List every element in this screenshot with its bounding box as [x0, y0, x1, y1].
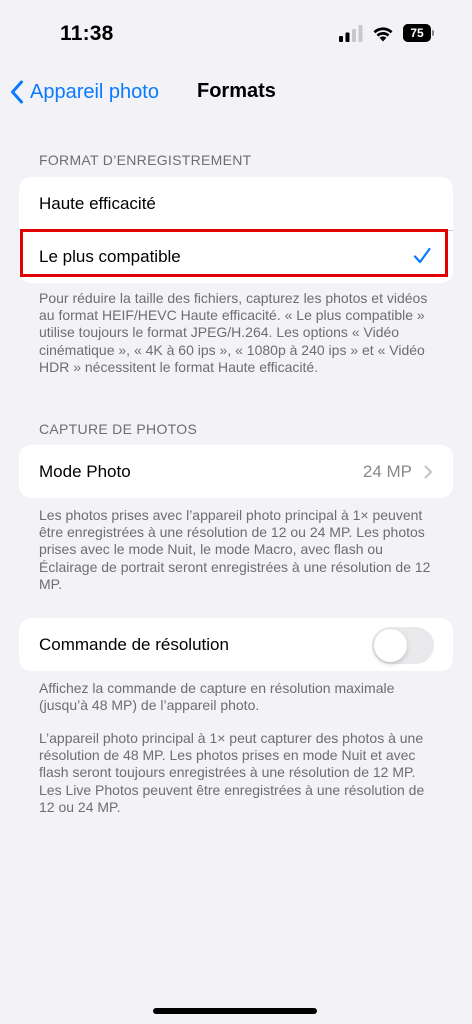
format-option-label: Haute efficacité	[39, 193, 156, 213]
battery-icon: 75	[403, 24, 434, 42]
toggle-knob	[374, 629, 407, 662]
format-option-haute-efficacite[interactable]: Haute efficacité	[19, 177, 453, 230]
wifi-icon	[373, 27, 393, 42]
format-option-label: Le plus compatible	[39, 246, 181, 266]
resolution-control-row: Commande de résolution	[19, 618, 453, 671]
status-time: 11:38	[60, 22, 114, 45]
status-bar: 11:38 75	[0, 0, 472, 70]
chevron-right-icon	[424, 465, 432, 478]
back-button[interactable]: Appareil photo	[10, 76, 159, 108]
format-option-le-plus-compatible[interactable]: Le plus compatible	[19, 230, 453, 283]
resolution-control-label: Commande de résolution	[39, 634, 229, 654]
battery-level: 75	[410, 26, 424, 40]
checkmark-icon	[413, 247, 431, 264]
row-separator	[39, 230, 453, 231]
resolution-footer-text: Affichez la commande de capture en résol…	[39, 680, 395, 714]
page-title: Formats	[197, 80, 276, 102]
format-options-group: Haute efficacité Le plus compatible	[19, 177, 453, 283]
chevron-left-icon	[11, 80, 23, 104]
resolution-detail-text: L’appareil photo principal à 1× peut cap…	[39, 730, 425, 815]
back-label: Appareil photo	[30, 80, 159, 103]
format-footer-text: Pour réduire la taille des fichiers, cap…	[39, 290, 428, 375]
capture-footer-text: Les photos prises avec l’appareil photo …	[39, 507, 431, 592]
mode-photo-value: 24 MP	[362, 461, 412, 481]
resolution-toggle[interactable]	[372, 627, 434, 664]
mode-photo-row[interactable]: Mode Photo 24 MP	[19, 445, 453, 498]
mode-photo-label: Mode Photo	[39, 461, 131, 481]
status-icons: 75	[339, 24, 434, 42]
signal-icon	[339, 25, 363, 42]
nav-bar: Appareil photo Formats	[0, 70, 472, 114]
home-indicator	[153, 1008, 317, 1014]
capture-section-header: CAPTURE DE PHOTOS	[39, 421, 198, 437]
format-section-header: FORMAT D’ENREGISTREMENT	[39, 152, 252, 168]
resolution-group: Commande de résolution	[19, 618, 453, 671]
capture-group: Mode Photo 24 MP	[19, 445, 453, 498]
